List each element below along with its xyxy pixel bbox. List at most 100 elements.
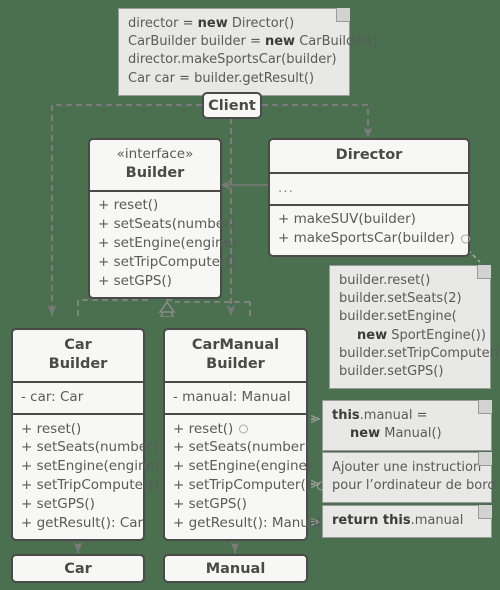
uml-method: + setGPS(): [173, 495, 298, 514]
uml-method-label: + setSeats(number): [21, 439, 158, 456]
uml-field-label: ...: [278, 179, 294, 196]
uml-method: + setEngine(engine): [21, 458, 160, 477]
uml-method-label: + setTripComputer(): [98, 253, 237, 270]
car-manual-builder-fields: - manual: Manual: [165, 381, 306, 413]
uml-method-label: + getResult(): Car: [21, 514, 144, 531]
uml-method-label: + reset(): [173, 420, 234, 437]
client-code-note: director = new Director() CarBuilder buil…: [118, 8, 378, 96]
note-line: builder.setTripComputer(): [339, 345, 500, 363]
class-box-builder[interactable]: «interface» Builder + reset() + setSeats(…: [88, 138, 237, 299]
uml-method-label: + setEngine(engine): [98, 235, 238, 252]
note-text: builder.setTripComputer(): [339, 345, 500, 361]
stereotype-interface: «interface»: [116, 146, 194, 162]
note-fold-corner: [477, 265, 491, 279]
uml-method: + makeSUV(builder): [278, 211, 460, 230]
note-fold-corner: [336, 8, 350, 22]
class-box-director[interactable]: Director ... + makeSUV(builder) + makeSpo…: [268, 138, 470, 257]
uml-method: + setTripComputer(): [173, 477, 326, 496]
note-text: director.makeSportsCar(builder): [128, 52, 337, 68]
note-keyword: this: [332, 408, 360, 423]
note-line: return this.manual: [332, 512, 482, 530]
uml-field: - manual: Manual: [173, 388, 298, 407]
note-text: Director(): [227, 16, 295, 31]
note-text: builder.reset(): [339, 273, 431, 288]
note-line: Ajouter une instruction: [332, 459, 482, 477]
note-text: Manual(): [380, 426, 442, 442]
note-line: director.makeSportsCar(builder): [128, 51, 340, 69]
class-name-manual: Manual: [205, 560, 266, 577]
note-tripcomputer-lines: Ajouter une instruction pour l’ordinateur…: [332, 459, 500, 495]
note-text: .manual =: [359, 408, 428, 423]
uml-method-label: + setSeats(number): [173, 439, 310, 456]
note-fold-corner: [478, 505, 492, 519]
car-manual-builder-methods: + reset() + setSeats(number) + setEngine(e…: [165, 413, 336, 539]
uml-method: + setSeats(number): [173, 439, 310, 458]
uml-method-label: + setEngine(engine): [21, 458, 161, 475]
car-builder-methods: + reset() + setSeats(number) + setEngine(e…: [13, 413, 160, 539]
uml-method: + setTripComputer(): [98, 253, 236, 272]
note-text: .manual: [410, 513, 464, 528]
uml-diagram-canvas: director = new Director() CarBuilder buil…: [0, 0, 500, 590]
uml-method: + reset(): [21, 420, 135, 439]
director-makesportscar-note: builder.reset() builder.setSeats(2) builde…: [329, 265, 500, 390]
note-line: new Manual(): [332, 425, 482, 443]
uml-method-label: + setTripComputer(): [173, 477, 312, 493]
class-box-manual[interactable]: Manual: [163, 554, 308, 583]
note-line: builder.setSeats(2): [339, 290, 481, 308]
note-keyword: new: [197, 16, 228, 31]
note-text: builder.setGPS(): [339, 363, 444, 379]
builder-methods: + reset() + setSeats(number) + setEngine(e…: [90, 189, 237, 297]
note-text: director =: [128, 16, 198, 31]
note-keyword: new: [264, 34, 296, 50]
uml-method-label: + getResult(): Manual: [173, 514, 321, 531]
note-this-manual-new: this.manual = new Manual(): [322, 400, 492, 452]
note-line: this.manual =: [332, 407, 482, 425]
class-name-car: Car: [64, 560, 92, 577]
note-line: builder.setGPS(): [339, 363, 481, 381]
director-fields: ...: [270, 172, 468, 204]
uml-method-label: + setGPS(): [21, 495, 95, 512]
class-title-car-manual-builder: CarManual Builder: [165, 330, 306, 381]
class-box-car-builder[interactable]: Car Builder - car: Car + reset() + setSea…: [11, 328, 160, 541]
director-methods: + makeSUV(builder) + makeSportsCar(builde…: [270, 203, 470, 255]
uml-method: + setSeats(number): [21, 439, 158, 458]
note-line: new SportEngine()): [339, 327, 486, 345]
uml-method-label: + setSeats(number): [98, 216, 235, 233]
uml-method: + reset(): [173, 420, 298, 439]
note-text: pour l’ordinateur de bord.: [332, 478, 500, 494]
uml-method-label: + setGPS(): [98, 272, 172, 289]
note-keyword: new: [350, 426, 381, 442]
note-getresult-lines: return this.manual: [332, 512, 482, 530]
note-keyword: return this: [332, 513, 411, 528]
class-name-car-manual-builder-line1: CarManual: [191, 337, 280, 353]
note-text: Ajouter une instruction: [332, 460, 482, 475]
uml-method: + getResult(): Car: [21, 514, 143, 533]
note-reset-lines: this.manual = new Manual(): [332, 407, 482, 443]
uml-method: + setGPS(): [21, 495, 135, 514]
note-fold-corner: [478, 452, 492, 466]
note-return-this-manual: return this.manual: [322, 505, 492, 539]
note-line: builder.reset(): [339, 272, 481, 290]
class-box-client[interactable]: Client: [202, 92, 262, 119]
class-title-builder: «interface» Builder: [90, 140, 220, 190]
uml-method-label: + reset(): [21, 420, 82, 437]
note-ajouter-instruction: Ajouter une instruction pour l’ordinateur…: [322, 452, 500, 504]
uml-method-label: + reset(): [98, 197, 159, 214]
note-line: builder.setEngine(: [339, 308, 481, 326]
uml-method: + setSeats(number): [98, 216, 235, 235]
uml-method-label: + setGPS(): [173, 495, 247, 512]
note-line: pour l’ordinateur de bord.: [332, 477, 500, 495]
uml-method: + setGPS(): [98, 272, 212, 291]
note-text: CarBuilder builder =: [128, 34, 265, 50]
class-box-car[interactable]: Car: [11, 554, 145, 583]
note-text: SportEngine()): [387, 327, 486, 343]
class-name-builder: Builder: [125, 164, 185, 181]
uml-method: + makeSportsCar(builder): [278, 230, 470, 249]
class-title-car-builder: Car Builder: [13, 330, 143, 381]
note-line: director = new Director(): [128, 15, 340, 33]
uml-field-label: - manual: Manual: [173, 388, 291, 405]
note-fold-corner: [478, 400, 492, 414]
class-box-car-manual-builder[interactable]: CarManual Builder - manual: Manual + res…: [163, 328, 336, 541]
uml-method-label: + makeSportsCar(builder): [278, 230, 455, 247]
uml-method: + getResult(): Manual: [173, 514, 336, 533]
